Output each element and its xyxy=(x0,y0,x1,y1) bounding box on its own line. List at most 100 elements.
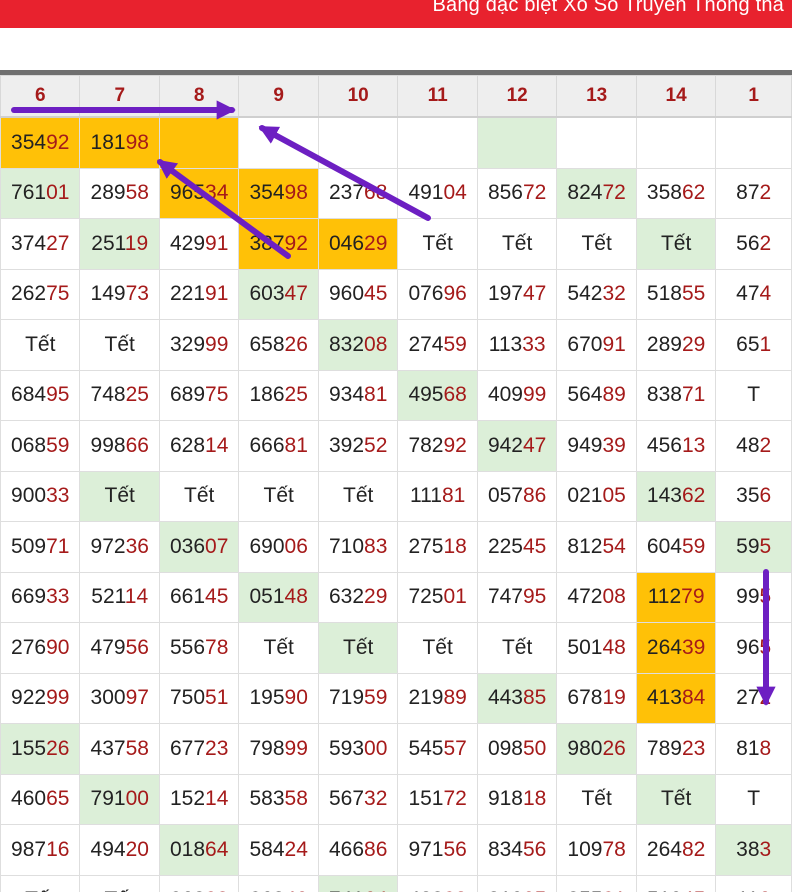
result-cell[interactable]: 09850 xyxy=(476,723,558,775)
result-cell[interactable] xyxy=(158,116,240,169)
result-cell[interactable]: 30097 xyxy=(79,672,160,724)
result-cell[interactable]: 11333 xyxy=(476,319,558,371)
result-cell[interactable] xyxy=(715,116,792,169)
result-cell[interactable]: 56489 xyxy=(556,369,637,421)
result-cell[interactable]: 71959 xyxy=(317,672,399,724)
result-cell[interactable]: Tết xyxy=(556,773,637,825)
result-cell[interactable]: 19590 xyxy=(238,672,319,724)
result-cell[interactable]: 59300 xyxy=(317,723,399,775)
result-cell[interactable]: 60347 xyxy=(238,268,319,320)
result-cell[interactable]: 62814 xyxy=(158,420,240,472)
result-cell[interactable]: 27459 xyxy=(397,319,478,371)
result-cell[interactable]: Tết xyxy=(635,773,717,825)
result-cell[interactable]: 97156 xyxy=(397,824,478,876)
result-cell[interactable]: Tết xyxy=(556,218,637,270)
result-cell[interactable]: 51045 xyxy=(635,874,717,892)
result-cell[interactable]: 37427 xyxy=(0,218,81,270)
result-cell[interactable]: 66681 xyxy=(238,420,319,472)
result-cell[interactable]: 995 xyxy=(715,571,792,623)
result-cell[interactable]: Tết xyxy=(238,470,319,522)
result-cell[interactable]: 96534 xyxy=(158,167,240,219)
result-cell[interactable]: 595 xyxy=(715,521,792,573)
result-cell[interactable]: 482 xyxy=(715,420,792,472)
result-cell[interactable]: 14362 xyxy=(635,470,717,522)
result-cell[interactable]: 49420 xyxy=(79,824,160,876)
result-cell[interactable]: 116 xyxy=(715,874,792,892)
result-cell[interactable]: Tết xyxy=(79,319,160,371)
result-cell[interactable]: 15172 xyxy=(397,773,478,825)
result-cell[interactable]: 94939 xyxy=(556,420,637,472)
result-cell[interactable]: 11181 xyxy=(397,470,478,522)
result-cell[interactable]: 272 xyxy=(715,672,792,724)
result-cell[interactable]: 67091 xyxy=(556,319,637,371)
result-cell[interactable]: 67723 xyxy=(158,723,240,775)
result-cell[interactable]: 35498 xyxy=(238,167,319,219)
result-cell[interactable]: 76101 xyxy=(0,167,81,219)
result-cell[interactable]: Tết xyxy=(397,622,478,674)
result-cell[interactable]: 49104 xyxy=(397,167,478,219)
result-cell[interactable]: Tết xyxy=(0,319,81,371)
result-cell[interactable]: 72501 xyxy=(397,571,478,623)
result-cell[interactable]: 96045 xyxy=(317,268,399,320)
result-cell[interactable]: 47956 xyxy=(79,622,160,674)
result-cell[interactable]: Tết xyxy=(317,470,399,522)
result-cell[interactable]: 98716 xyxy=(0,824,81,876)
result-cell[interactable]: 05148 xyxy=(238,571,319,623)
result-cell[interactable] xyxy=(397,116,478,169)
result-cell[interactable]: 60459 xyxy=(635,521,717,573)
result-cell[interactable]: 68975 xyxy=(158,369,240,421)
result-cell[interactable]: 39252 xyxy=(317,420,399,472)
result-cell[interactable]: 562 xyxy=(715,218,792,270)
result-cell[interactable]: 46065 xyxy=(0,773,81,825)
result-cell[interactable]: 50971 xyxy=(0,521,81,573)
result-cell[interactable]: 02105 xyxy=(556,470,637,522)
result-cell[interactable]: 41384 xyxy=(635,672,717,724)
result-cell[interactable]: 92299 xyxy=(0,672,81,724)
result-cell[interactable]: 91818 xyxy=(476,773,558,825)
result-cell[interactable] xyxy=(476,116,558,169)
result-cell[interactable]: 55678 xyxy=(158,622,240,674)
result-cell[interactable]: 23768 xyxy=(317,167,399,219)
result-cell[interactable]: 97236 xyxy=(79,521,160,573)
result-cell[interactable]: 65826 xyxy=(238,319,319,371)
result-cell[interactable]: T xyxy=(715,773,792,825)
result-cell[interactable] xyxy=(238,116,319,169)
result-cell[interactable]: 818 xyxy=(715,723,792,775)
result-cell[interactable]: 79899 xyxy=(238,723,319,775)
result-cell[interactable]: Tết xyxy=(397,218,478,270)
result-cell[interactable]: 651 xyxy=(715,319,792,371)
result-cell[interactable]: 27518 xyxy=(397,521,478,573)
result-cell[interactable]: 21989 xyxy=(397,672,478,724)
result-cell[interactable]: 47208 xyxy=(556,571,637,623)
result-cell[interactable]: 26275 xyxy=(0,268,81,320)
result-cell[interactable] xyxy=(556,116,637,169)
result-cell[interactable]: 10978 xyxy=(556,824,637,876)
result-cell[interactable]: 14973 xyxy=(79,268,160,320)
result-cell[interactable]: 22545 xyxy=(476,521,558,573)
result-cell[interactable]: 32999 xyxy=(158,319,240,371)
result-cell[interactable]: 54557 xyxy=(397,723,478,775)
result-cell[interactable]: 68495 xyxy=(0,369,81,421)
result-cell[interactable]: 78292 xyxy=(397,420,478,472)
result-cell[interactable]: 872 xyxy=(715,167,792,219)
result-cell[interactable]: 28929 xyxy=(635,319,717,371)
result-cell[interactable]: 25119 xyxy=(79,218,160,270)
result-cell[interactable]: 82472 xyxy=(556,167,637,219)
result-cell[interactable]: 81254 xyxy=(556,521,637,573)
result-cell[interactable]: 56732 xyxy=(317,773,399,825)
result-cell[interactable]: 01864 xyxy=(158,824,240,876)
result-cell[interactable]: 40999 xyxy=(476,369,558,421)
result-cell[interactable] xyxy=(635,116,717,169)
result-cell[interactable]: 78923 xyxy=(635,723,717,775)
result-cell[interactable]: 15214 xyxy=(158,773,240,825)
result-cell[interactable]: 85672 xyxy=(476,167,558,219)
result-cell[interactable]: 18625 xyxy=(238,369,319,421)
result-cell[interactable]: 28958 xyxy=(79,167,160,219)
result-cell[interactable]: 74164 xyxy=(317,874,399,892)
result-cell[interactable]: 42991 xyxy=(158,218,240,270)
result-cell[interactable]: 98026 xyxy=(556,723,637,775)
result-cell[interactable]: T xyxy=(715,369,792,421)
result-cell[interactable] xyxy=(317,116,399,169)
result-cell[interactable]: 07696 xyxy=(397,268,478,320)
result-cell[interactable]: 75051 xyxy=(158,672,240,724)
